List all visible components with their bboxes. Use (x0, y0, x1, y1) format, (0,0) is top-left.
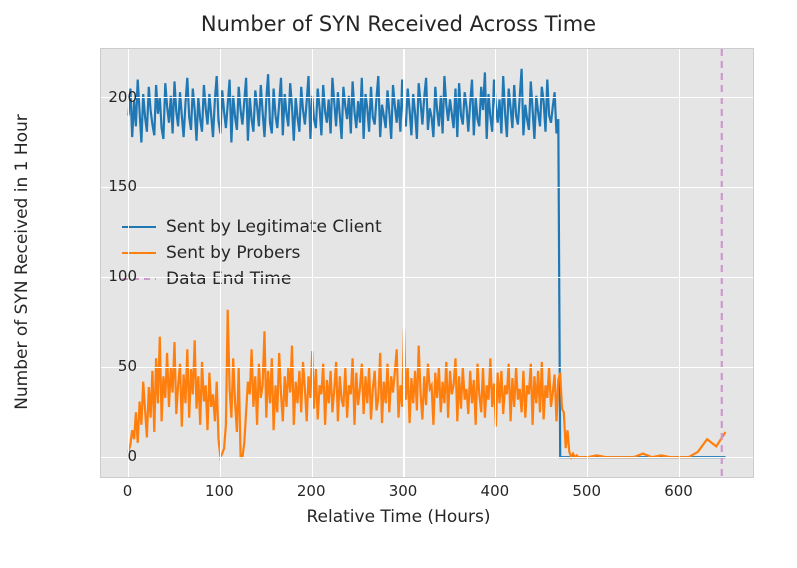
x-axis-label: Relative Time (Hours) (0, 507, 797, 527)
legend-label: Sent by Legitimate Client (166, 217, 382, 237)
x-tick-label: 100 (205, 482, 234, 500)
chart-title: Number of SYN Received Across Time (0, 12, 797, 36)
y-tick-label: 100 (108, 267, 137, 285)
y-tick-label: 0 (127, 447, 137, 465)
x-tick-label: 500 (572, 482, 601, 500)
legend-item-endtime: Data End Time (122, 266, 382, 292)
x-tick-label: 400 (481, 482, 510, 500)
legend: Sent by Legitimate Client Sent by Prober… (122, 214, 382, 292)
y-tick-label: 150 (108, 177, 137, 195)
legend-label: Sent by Probers (166, 243, 300, 263)
x-tick-label: 0 (123, 482, 133, 500)
y-axis-label: Number of SYN Received in 1 Hour (12, 114, 32, 410)
x-tick-label: 300 (389, 482, 418, 500)
series-line (129, 310, 726, 457)
y-tick-label: 50 (118, 357, 137, 375)
plot-area: Sent by Legitimate Client Sent by Prober… (100, 48, 754, 478)
legend-item-probers: Sent by Probers (122, 240, 382, 266)
x-tick-label: 200 (297, 482, 326, 500)
x-tick-label: 600 (664, 482, 693, 500)
chart-container: Number of SYN Received Across Time Numbe… (0, 0, 797, 568)
legend-item-legit: Sent by Legitimate Client (122, 214, 382, 240)
y-tick-label: 200 (108, 88, 137, 106)
legend-label: Data End Time (166, 269, 291, 289)
